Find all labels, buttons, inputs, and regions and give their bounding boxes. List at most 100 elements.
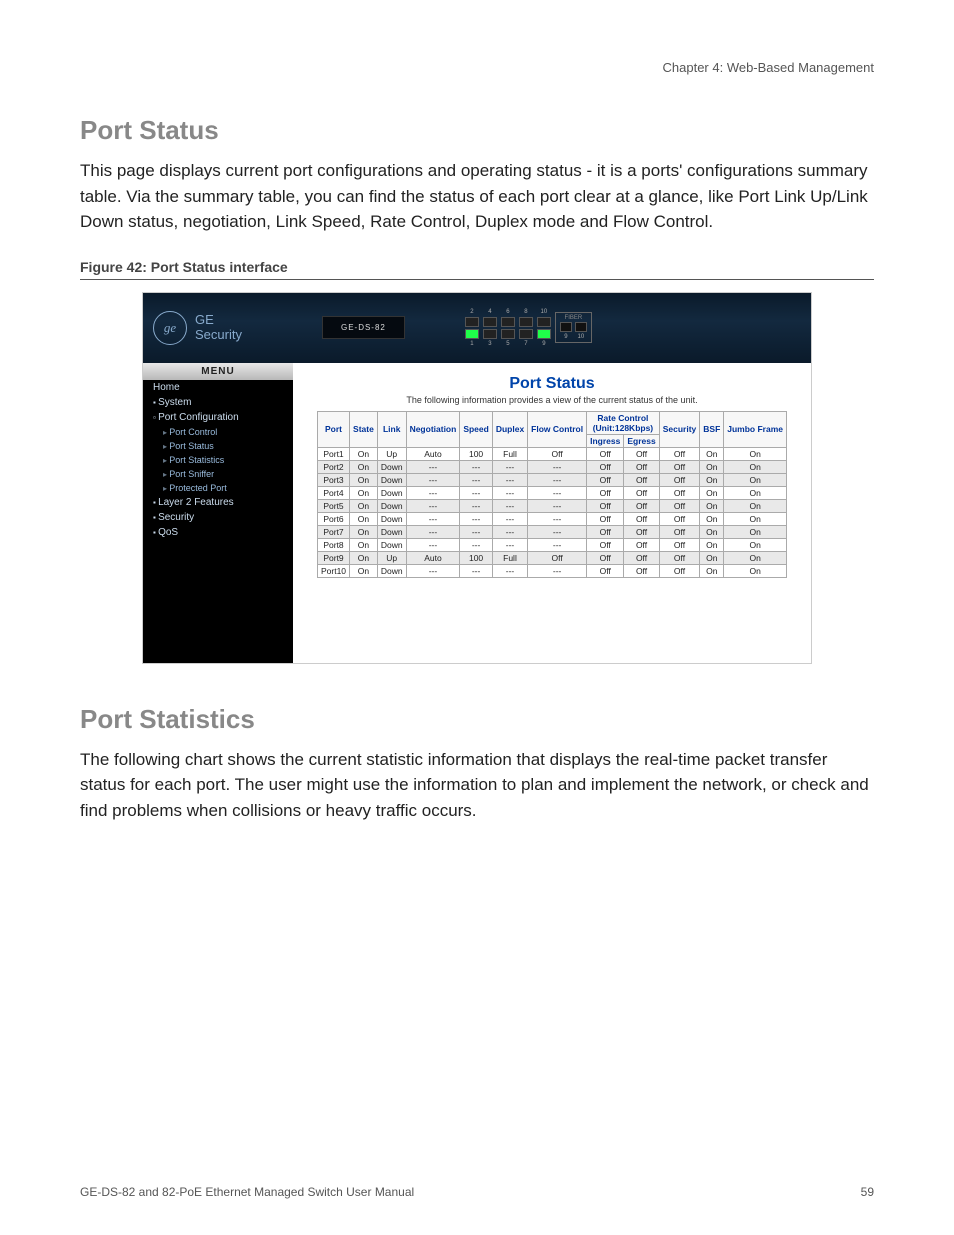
cell-bsf: On	[700, 499, 724, 512]
cell-ingress: Off	[587, 447, 624, 460]
table-row: Port10OnDown------------OffOffOffOnOn	[317, 564, 786, 577]
content-title: Port Status	[297, 375, 807, 393]
cell-ingress: Off	[587, 499, 624, 512]
menu-label: Port Control	[163, 427, 217, 437]
cell-egress: Off	[624, 538, 659, 551]
menu-label: Port Statistics	[163, 455, 224, 465]
cell-jumbo: On	[724, 525, 787, 538]
port-pair: 65	[501, 309, 515, 347]
cell-neg: ---	[406, 486, 460, 499]
menu-item-security[interactable]: Security	[143, 510, 293, 525]
menu-item-layer-2-features[interactable]: Layer 2 Features	[143, 495, 293, 510]
col-link: Link	[377, 411, 406, 447]
cell-bsf: On	[700, 525, 724, 538]
cell-jumbo: On	[724, 460, 787, 473]
cell-neg: ---	[406, 512, 460, 525]
port-status-table: Port State Link Negotiation Speed Duplex…	[317, 411, 787, 578]
brand-text: GE Security	[195, 313, 242, 342]
table-row: Port1OnUpAuto100FullOffOffOffOffOnOn	[317, 447, 786, 460]
cell-jumbo: On	[724, 447, 787, 460]
col-egress: Egress	[624, 434, 659, 447]
menu-item-home[interactable]: Home	[143, 380, 293, 395]
port-pair: 10 9	[537, 309, 551, 347]
cell-flow: ---	[528, 538, 587, 551]
menu-label: QoS	[153, 527, 178, 538]
col-rate: Rate Control	[597, 413, 648, 423]
col-state: State	[350, 411, 378, 447]
cell-port: Port1	[317, 447, 349, 460]
cell-state: On	[350, 538, 378, 551]
port-number: 1	[470, 341, 473, 347]
cell-ingress: Off	[587, 551, 624, 564]
table-row: Port5OnDown------------OffOffOffOnOn	[317, 499, 786, 512]
cell-flow: Off	[528, 447, 587, 460]
menu-item-port-control[interactable]: Port Control	[143, 425, 293, 439]
cell-jumbo: On	[724, 486, 787, 499]
content-subtitle: The following information provides a vie…	[297, 395, 807, 405]
port-graphic: 21436587109FIBER910	[465, 309, 592, 347]
cell-flow: ---	[528, 525, 587, 538]
cell-port: Port7	[317, 525, 349, 538]
cell-egress: Off	[624, 551, 659, 564]
section-title-port-statistics: Port Statistics	[80, 704, 874, 735]
cell-link: Down	[377, 538, 406, 551]
cell-port: Port2	[317, 460, 349, 473]
cell-neg: ---	[406, 525, 460, 538]
menu-item-port-configuration[interactable]: Port Configuration	[143, 410, 293, 425]
port-number: 10	[541, 309, 548, 315]
device-banner: ge GE Security GE-DS-82 21436587109FIBER…	[143, 293, 811, 363]
cell-duplex: ---	[492, 499, 527, 512]
cell-sec: Off	[659, 499, 700, 512]
col-flow: Flow Control	[528, 411, 587, 447]
cell-bsf: On	[700, 564, 724, 577]
col-negotiation: Negotiation	[406, 411, 460, 447]
cell-port: Port3	[317, 473, 349, 486]
menu-title: MENU	[143, 363, 293, 380]
body-text-port-status: This page displays current port configur…	[80, 158, 874, 235]
menu-item-system[interactable]: System	[143, 395, 293, 410]
cell-link: Up	[377, 447, 406, 460]
menu-item-port-statistics[interactable]: Port Statistics	[143, 453, 293, 467]
cell-sec: Off	[659, 564, 700, 577]
cell-duplex: ---	[492, 512, 527, 525]
cell-state: On	[350, 447, 378, 460]
menu-item-qos[interactable]: QoS	[143, 525, 293, 540]
cell-speed: ---	[460, 538, 493, 551]
port-number: 5	[506, 341, 509, 347]
port-pair: 21	[465, 309, 479, 347]
cell-ingress: Off	[587, 512, 624, 525]
cell-speed: ---	[460, 460, 493, 473]
menu-label: Layer 2 Features	[153, 497, 234, 508]
menu-item-port-status[interactable]: Port Status	[143, 439, 293, 453]
content-panel: Port Status The following information pr…	[293, 363, 811, 663]
figure-screenshot: ge GE Security GE-DS-82 21436587109FIBER…	[142, 292, 812, 664]
cell-jumbo: On	[724, 512, 787, 525]
cell-jumbo: On	[724, 538, 787, 551]
cell-bsf: On	[700, 551, 724, 564]
rj45-port-icon	[483, 329, 497, 339]
device-model-label: GE-DS-82	[322, 316, 405, 339]
rj45-port-icon	[537, 317, 551, 327]
menu-item-protected-port[interactable]: Protected Port	[143, 481, 293, 495]
page-footer: GE-DS-82 and 82-PoE Ethernet Managed Swi…	[80, 1185, 874, 1199]
cell-ingress: Off	[587, 486, 624, 499]
port-number: 9	[542, 341, 545, 347]
cell-duplex: ---	[492, 473, 527, 486]
cell-duplex: ---	[492, 525, 527, 538]
rj45-port-icon	[537, 329, 551, 339]
menu-item-port-sniffer[interactable]: Port Sniffer	[143, 467, 293, 481]
rj45-port-icon	[465, 317, 479, 327]
cell-egress: Off	[624, 499, 659, 512]
cell-state: On	[350, 473, 378, 486]
cell-speed: ---	[460, 525, 493, 538]
brand-top: GE	[195, 313, 242, 327]
cell-state: On	[350, 525, 378, 538]
cell-flow: ---	[528, 499, 587, 512]
cell-ingress: Off	[587, 473, 624, 486]
fiber-port-group: FIBER910	[555, 312, 592, 343]
cell-bsf: On	[700, 460, 724, 473]
cell-jumbo: On	[724, 473, 787, 486]
cell-neg: ---	[406, 460, 460, 473]
cell-flow: ---	[528, 564, 587, 577]
col-security: Security	[659, 411, 700, 447]
